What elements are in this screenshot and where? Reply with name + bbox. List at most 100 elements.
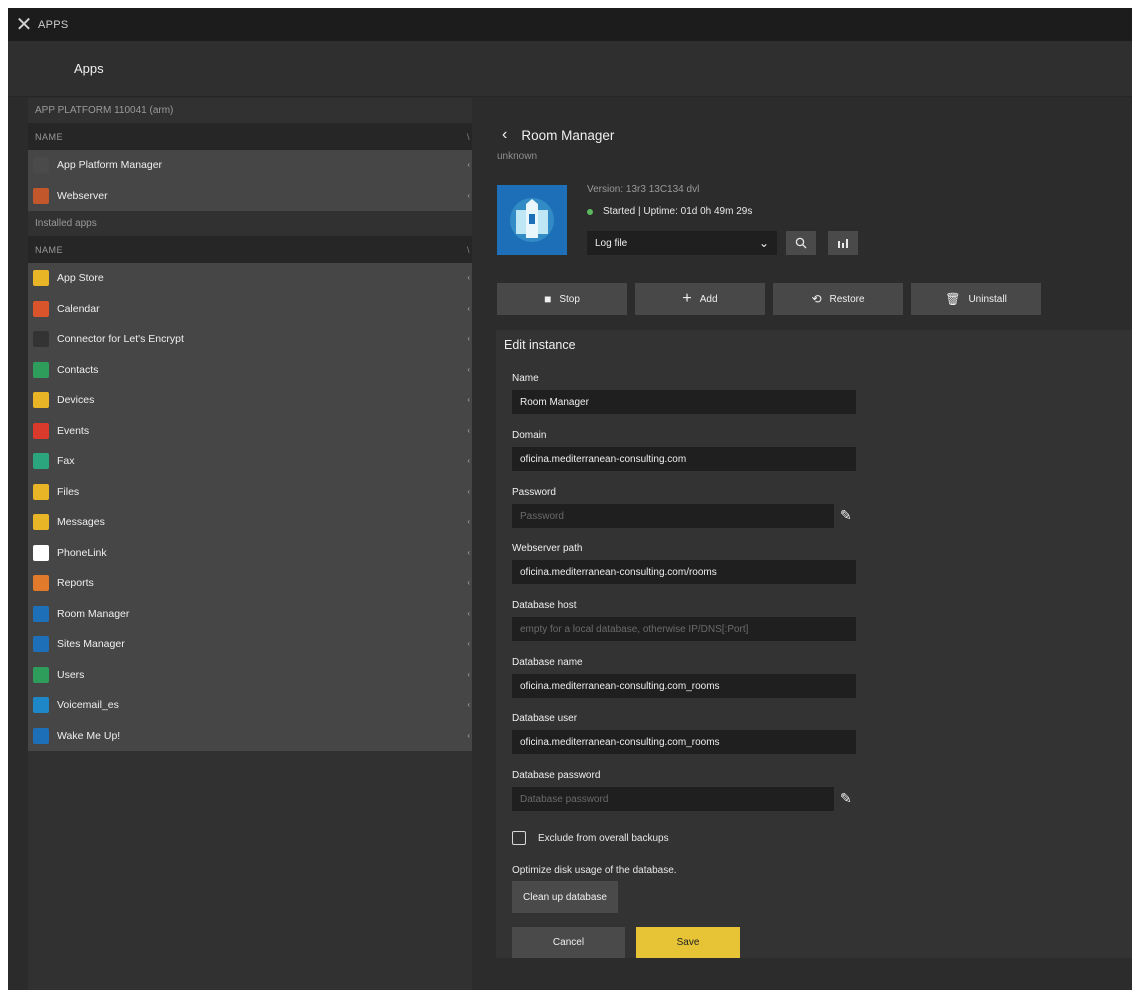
page-title: Apps bbox=[74, 61, 104, 76]
edit-db-password-pencil-icon[interactable]: ✎ bbox=[840, 790, 852, 807]
room-manager-logo-icon bbox=[497, 185, 567, 255]
name-field[interactable]: Room Manager bbox=[512, 390, 856, 414]
database-user-field[interactable]: oficina.mediterranean-consulting.com_roo… bbox=[512, 730, 856, 754]
status-text: Started | Uptime: 01d 0h 49m 29s bbox=[603, 206, 753, 217]
window-title: APPS bbox=[38, 18, 69, 31]
stats-icon[interactable] bbox=[828, 231, 858, 255]
list-item[interactable]: Files ‹ bbox=[28, 476, 472, 507]
users-icon bbox=[33, 666, 49, 683]
list-item-label: Calendar bbox=[57, 302, 100, 315]
list-item[interactable]: Fax ‹ bbox=[28, 446, 472, 477]
add-button[interactable]: + Add bbox=[635, 283, 765, 315]
database-password-label: Database password bbox=[512, 770, 601, 781]
domain-field[interactable]: oficina.mediterranean-consulting.com bbox=[512, 447, 856, 471]
list-item-label: Devices bbox=[57, 394, 95, 407]
edit-password-pencil-icon[interactable]: ✎ bbox=[840, 507, 852, 524]
fax-icon bbox=[33, 453, 49, 470]
password-field[interactable]: Password bbox=[512, 504, 834, 528]
expand-icon[interactable]: ‹ bbox=[467, 700, 470, 709]
list-item[interactable]: Messages ‹ bbox=[28, 507, 472, 538]
list-item-label: Reports bbox=[57, 577, 94, 590]
messages-icon bbox=[33, 514, 49, 531]
expand-icon[interactable]: ‹ bbox=[467, 160, 470, 169]
expand-icon[interactable]: ‹ bbox=[467, 639, 470, 648]
list-item[interactable]: Events ‹ bbox=[28, 415, 472, 446]
expand-icon[interactable]: ‹ bbox=[467, 456, 470, 465]
database-host-label: Database host bbox=[512, 600, 577, 611]
expand-icon[interactable]: ‹ bbox=[467, 334, 470, 343]
restore-button[interactable]: ⟲ Restore bbox=[773, 283, 903, 315]
uninstall-button[interactable]: 🗑 Uninstall bbox=[911, 283, 1041, 315]
list-item-label: Wake Me Up! bbox=[57, 729, 121, 742]
expand-icon[interactable]: ‹ bbox=[467, 578, 470, 587]
edit-instance-panel: Edit instance Name Room Manager Domain o… bbox=[496, 330, 1132, 958]
list-item[interactable]: Devices ‹ bbox=[28, 385, 472, 416]
uninstall-label: Uninstall bbox=[968, 293, 1007, 305]
apps-window: ✕ APPS Apps APP PLATFORM 110041 (arm) NA… bbox=[8, 8, 1132, 990]
expand-icon[interactable]: ‹ bbox=[467, 487, 470, 496]
exclude-backups-checkbox[interactable] bbox=[512, 831, 526, 845]
column-name-label: NAME bbox=[35, 131, 64, 142]
app-status: Started | Uptime: 01d 0h 49m 29s bbox=[587, 206, 752, 217]
reports-icon bbox=[33, 575, 49, 592]
database-host-field[interactable]: empty for a local database, otherwise IP… bbox=[512, 617, 856, 641]
stop-button[interactable]: ■ Stop bbox=[497, 283, 627, 315]
list-item[interactable]: PhoneLink ‹ bbox=[28, 537, 472, 568]
expand-icon[interactable]: ‹ bbox=[467, 365, 470, 374]
list-item[interactable]: Connector for Let's Encrypt ‹ bbox=[28, 324, 472, 355]
trash-icon: 🗑 bbox=[945, 292, 961, 306]
expand-icon[interactable]: ‹ bbox=[467, 304, 470, 313]
detail-header: ‹ Room Manager bbox=[502, 126, 614, 144]
list-item[interactable]: Users ‹ bbox=[28, 659, 472, 690]
stop-icon: ■ bbox=[544, 292, 552, 306]
list-item[interactable]: Voicemail_es ‹ bbox=[28, 690, 472, 721]
cart-icon bbox=[33, 270, 49, 287]
expand-icon[interactable]: ‹ bbox=[467, 395, 470, 404]
list-item[interactable]: App Store ‹ bbox=[28, 263, 472, 294]
expand-icon[interactable]: ‹ bbox=[467, 426, 470, 435]
installed-list: App Store ‹ Calendar ‹ Connector for Let's E… bbox=[28, 263, 472, 751]
list-item[interactable]: Contacts ‹ bbox=[28, 354, 472, 385]
list-item[interactable]: Reports ‹ bbox=[28, 568, 472, 599]
list-item-label: App Platform Manager bbox=[57, 159, 163, 172]
search-icon[interactable] bbox=[786, 231, 816, 255]
expand-icon[interactable]: ‹ bbox=[467, 273, 470, 282]
expand-icon[interactable]: ‹ bbox=[467, 731, 470, 740]
exclude-backups-row[interactable]: Exclude from overall backups bbox=[512, 831, 669, 845]
sort-icon[interactable]: \ bbox=[467, 132, 470, 142]
list-item-label: Connector for Let's Encrypt bbox=[57, 333, 184, 346]
save-button[interactable]: Save bbox=[636, 927, 740, 958]
back-icon[interactable]: ‹ bbox=[502, 126, 507, 144]
status-dot-icon bbox=[587, 208, 593, 215]
installed-section-label: Installed apps bbox=[35, 218, 97, 229]
database-name-label: Database name bbox=[512, 657, 583, 668]
list-item[interactable]: Sites Manager ‹ bbox=[28, 629, 472, 660]
sort-icon[interactable]: \ bbox=[467, 245, 470, 255]
log-file-select[interactable]: Log file ⌄ bbox=[587, 231, 777, 255]
expand-icon[interactable]: ‹ bbox=[467, 548, 470, 557]
platform-list: App Platform Manager ‹ Webserver ‹ bbox=[28, 150, 472, 211]
app-title: Room Manager bbox=[521, 127, 615, 143]
expand-icon[interactable]: ‹ bbox=[467, 191, 470, 200]
expand-icon[interactable]: ‹ bbox=[467, 670, 470, 679]
platform-column-header[interactable]: NAME \ bbox=[28, 123, 472, 150]
list-item[interactable]: Wake Me Up! ‹ bbox=[28, 720, 472, 751]
list-item[interactable]: Calendar ‹ bbox=[28, 293, 472, 324]
list-item-label: Users bbox=[57, 668, 85, 681]
devices-icon bbox=[33, 392, 49, 409]
installed-column-header[interactable]: NAME \ bbox=[28, 236, 472, 263]
list-item[interactable]: Room Manager ‹ bbox=[28, 598, 472, 629]
webserver-path-field[interactable]: oficina.mediterranean-consulting.com/roo… bbox=[512, 560, 856, 584]
database-password-field[interactable]: Database password bbox=[512, 787, 834, 811]
gear-grid-icon bbox=[33, 157, 49, 174]
database-user-label: Database user bbox=[512, 713, 578, 724]
list-item[interactable]: App Platform Manager ‹ bbox=[28, 150, 472, 181]
cleanup-database-button[interactable]: Clean up database bbox=[512, 881, 618, 913]
expand-icon[interactable]: ‹ bbox=[467, 517, 470, 526]
database-name-field[interactable]: oficina.mediterranean-consulting.com_roo… bbox=[512, 674, 856, 698]
expand-icon[interactable]: ‹ bbox=[467, 609, 470, 618]
cancel-button[interactable]: Cancel bbox=[512, 927, 625, 958]
plus-icon: + bbox=[682, 290, 692, 307]
close-icon[interactable]: ✕ bbox=[10, 8, 38, 41]
list-item[interactable]: Webserver ‹ bbox=[28, 180, 472, 211]
